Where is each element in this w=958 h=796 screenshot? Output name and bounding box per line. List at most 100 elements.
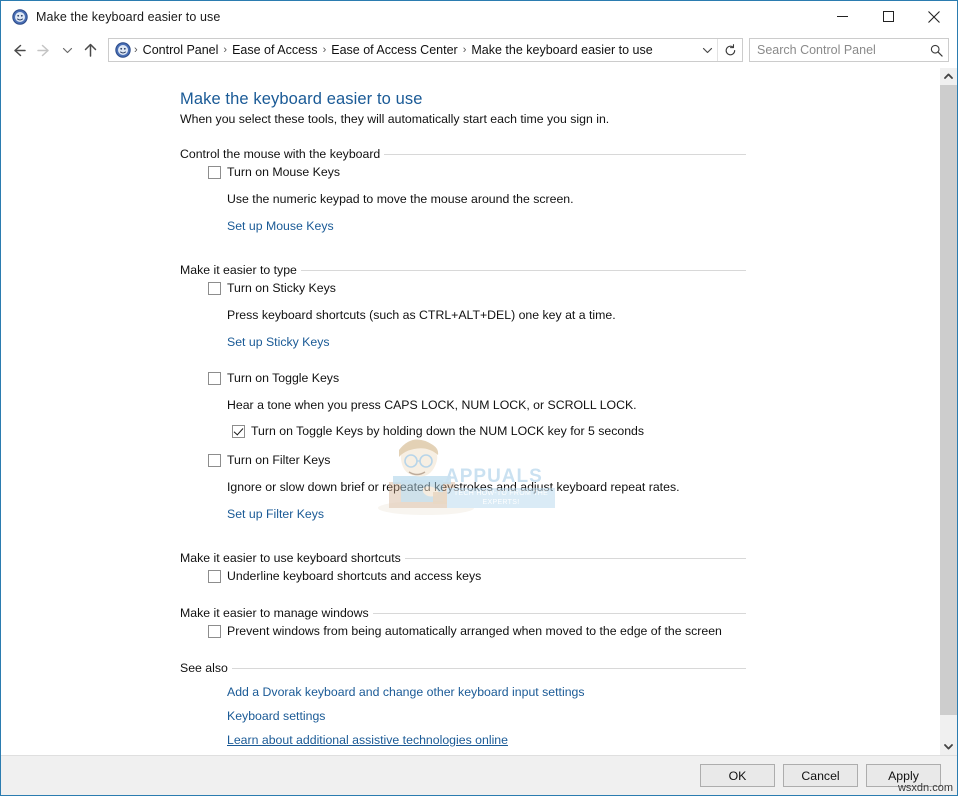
group-header-keyboard-shortcuts: Make it easier to use keyboard shortcuts [180, 551, 746, 565]
scroll-down-button[interactable] [940, 738, 957, 755]
group-header-rule [300, 269, 746, 271]
ok-button[interactable]: OK [700, 764, 775, 787]
group-header-rule [372, 612, 746, 614]
ease-of-access-icon [12, 8, 28, 25]
site-watermark: wsxdn.com [897, 782, 953, 794]
minimize-icon [836, 16, 848, 17]
checkbox-turn-on-toggle-keys[interactable] [208, 372, 221, 385]
description-toggle-keys: Hear a tone when you press CAPS LOCK, NU… [227, 398, 637, 412]
breadcrumb-item-current[interactable]: Make the keyboard easier to use [467, 43, 656, 57]
body-area: Make the keyboard easier to use When you… [1, 68, 957, 755]
checkbox-row-underline-shortcuts[interactable]: Underline keyboard shortcuts and access … [180, 569, 939, 584]
back-button[interactable] [5, 37, 31, 63]
group-header-rule [404, 557, 746, 559]
close-button[interactable] [911, 1, 957, 32]
close-icon [928, 10, 940, 23]
checkbox-label: Turn on Filter Keys [227, 453, 331, 467]
checkbox-label: Turn on Toggle Keys [227, 371, 340, 385]
dialog-button-bar: OK Cancel Apply wsxdn.com [1, 755, 957, 795]
breadcrumb-ease-of-access-icon [115, 42, 131, 58]
checkbox-row-turn-on-filter-keys[interactable]: Turn on Filter Keys [180, 453, 939, 468]
window-controls [819, 1, 957, 32]
checkbox-row-toggle-keys-numlock[interactable]: Turn on Toggle Keys by holding down the … [180, 424, 939, 439]
link-row-set-up-filter-keys: Set up Filter Keys [180, 507, 939, 521]
checkbox-label: Underline keyboard shortcuts and access … [227, 569, 482, 583]
link-row-set-up-mouse-keys: Set up Mouse Keys [180, 219, 939, 233]
group-header-label: Control the mouse with the keyboard [180, 147, 381, 161]
link-learn-assistive-technologies[interactable]: Learn about additional assistive technol… [227, 733, 508, 747]
breadcrumb-item-ease-of-access-center[interactable]: Ease of Access Center [327, 43, 461, 57]
group-header-mouse-keys: Control the mouse with the keyboard [180, 147, 746, 161]
description-filter-keys: Ignore or slow down brief or repeated ke… [227, 480, 680, 494]
description-mouse-keys: Use the numeric keypad to move the mouse… [227, 192, 574, 206]
breadcrumb-item-ease-of-access[interactable]: Ease of Access [228, 43, 321, 57]
link-row-dvorak: Add a Dvorak keyboard and change other k… [180, 685, 939, 699]
checkbox-row-turn-on-mouse-keys[interactable]: Turn on Mouse Keys [180, 165, 939, 180]
checkbox-row-prevent-window-arrange[interactable]: Prevent windows from being automatically… [180, 624, 939, 639]
link-set-up-sticky-keys[interactable]: Set up Sticky Keys [227, 335, 330, 349]
group-header-easier-to-type: Make it easier to type [180, 263, 746, 277]
navigation-bar: › Control Panel › Ease of Access › Ease … [1, 32, 957, 68]
checkbox-toggle-keys-numlock[interactable] [232, 425, 245, 438]
address-bar[interactable]: › Control Panel › Ease of Access › Ease … [108, 38, 743, 62]
group-header-label: Make it easier to type [180, 263, 297, 277]
checkbox-turn-on-mouse-keys[interactable] [208, 166, 221, 179]
content-pane: Make the keyboard easier to use When you… [1, 68, 939, 755]
checkbox-label: Turn on Mouse Keys [227, 165, 341, 179]
up-arrow-icon [84, 43, 96, 57]
link-add-dvorak-keyboard[interactable]: Add a Dvorak keyboard and change other k… [227, 685, 585, 699]
chevron-down-icon [944, 744, 953, 750]
group-header-label: See also [180, 661, 228, 675]
checkbox-turn-on-sticky-keys[interactable] [208, 282, 221, 295]
refresh-icon [725, 43, 735, 55]
page-subtitle: When you select these tools, they will a… [180, 112, 610, 126]
checkbox-label: Turn on Toggle Keys by holding down the … [251, 424, 645, 438]
checkbox-label: Turn on Sticky Keys [227, 281, 336, 295]
address-dropdown-button[interactable] [697, 45, 717, 56]
scrollbar-track[interactable] [940, 85, 957, 738]
search-icon[interactable] [924, 44, 948, 57]
refresh-button[interactable] [717, 39, 742, 61]
breadcrumb-item-control-panel[interactable]: Control Panel [139, 43, 223, 57]
forward-button[interactable] [31, 37, 57, 63]
chevron-down-icon [702, 47, 712, 53]
search-input[interactable] [750, 42, 924, 58]
scroll-up-button[interactable] [940, 68, 957, 85]
vertical-scrollbar[interactable] [939, 68, 957, 755]
checkbox-turn-on-filter-keys[interactable] [208, 454, 221, 467]
page-title: Make the keyboard easier to use [180, 90, 423, 108]
group-header-see-also: See also [180, 661, 746, 675]
maximize-icon [882, 11, 894, 22]
group-mouse-keys: Control the mouse with the keyboard Turn… [180, 147, 939, 233]
search-box[interactable] [749, 38, 949, 62]
group-see-also: See also Add a Dvorak keyboard and chang… [180, 661, 939, 747]
link-keyboard-settings[interactable]: Keyboard settings [227, 709, 325, 723]
forward-arrow-icon [36, 44, 49, 56]
link-row-assistive-technologies: Learn about additional assistive technol… [180, 733, 939, 747]
checkbox-underline-shortcuts[interactable] [208, 570, 221, 583]
cancel-button[interactable]: Cancel [783, 764, 858, 787]
checkbox-row-turn-on-sticky-keys[interactable]: Turn on Sticky Keys [180, 281, 939, 296]
group-header-label: Make it easier to manage windows [180, 606, 369, 620]
back-arrow-icon [13, 44, 26, 56]
up-button[interactable] [77, 37, 103, 63]
breadcrumb: › Control Panel › Ease of Access › Ease … [109, 42, 697, 58]
description-sticky-keys: Press keyboard shortcuts (such as CTRL+A… [227, 308, 616, 322]
scrollbar-thumb[interactable] [940, 85, 957, 715]
checkbox-row-turn-on-toggle-keys[interactable]: Turn on Toggle Keys [180, 371, 939, 386]
group-keyboard-shortcuts: Make it easier to use keyboard shortcuts… [180, 551, 939, 584]
group-manage-windows: Make it easier to manage windows Prevent… [180, 606, 939, 639]
group-header-manage-windows: Make it easier to manage windows [180, 606, 746, 620]
control-panel-window: Make the keyboard easier to use › Contro… [0, 0, 958, 796]
link-row-set-up-sticky-keys: Set up Sticky Keys [180, 335, 939, 349]
minimize-button[interactable] [819, 1, 865, 32]
recent-locations-button[interactable] [57, 37, 77, 63]
checkbox-prevent-window-arrange[interactable] [208, 625, 221, 638]
link-set-up-filter-keys[interactable]: Set up Filter Keys [227, 507, 324, 521]
link-set-up-mouse-keys[interactable]: Set up Mouse Keys [227, 219, 334, 233]
title-bar: Make the keyboard easier to use [1, 1, 957, 32]
maximize-button[interactable] [865, 1, 911, 32]
group-easier-to-type: Make it easier to type Turn on Sticky Ke… [180, 263, 939, 521]
group-header-label: Make it easier to use keyboard shortcuts [180, 551, 401, 565]
group-header-rule [231, 667, 746, 669]
